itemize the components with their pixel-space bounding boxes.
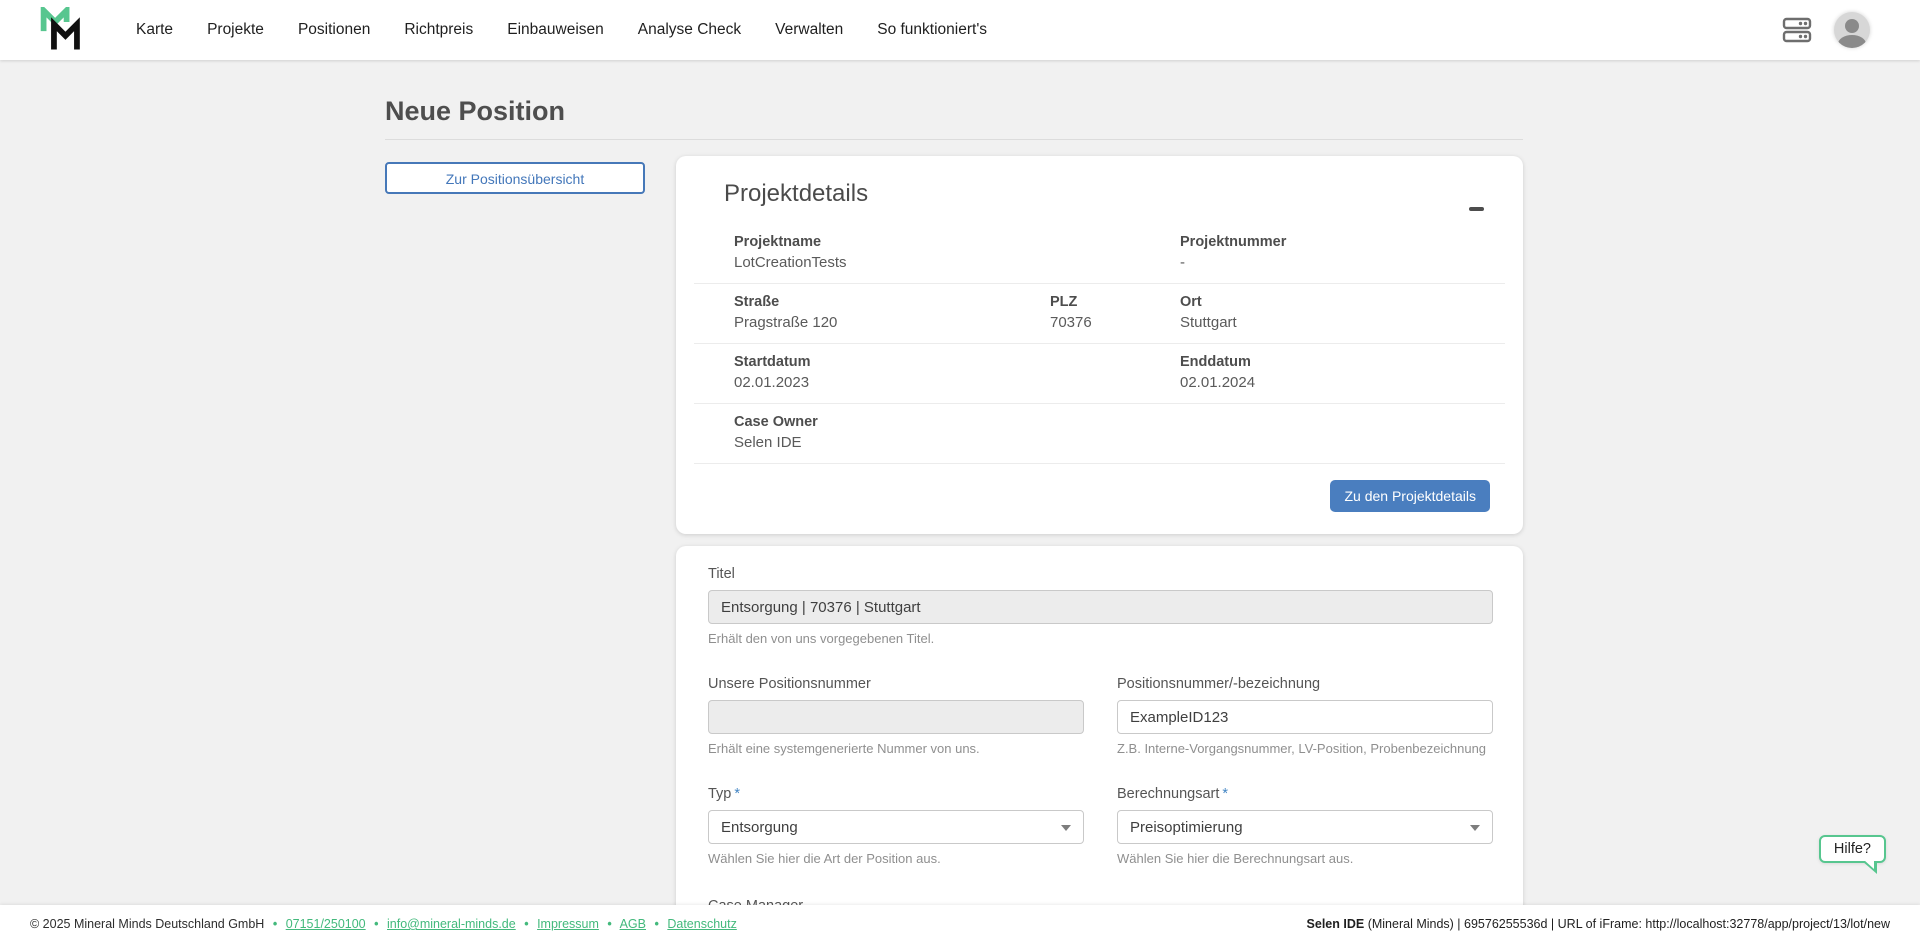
typ-label: Typ* [708, 786, 1084, 802]
strasse-label: Straße [734, 294, 1050, 310]
strasse-value: Pragstraße 120 [734, 314, 1050, 331]
footer: © 2025 Mineral Minds Deutschland GmbH • … [0, 905, 1920, 943]
footer-separator: • [524, 917, 528, 931]
berechnungsart-selected-value: Preisoptimierung [1130, 819, 1243, 836]
footer-separator: • [654, 917, 658, 931]
title-divider [385, 139, 1523, 140]
field-enddatum: Enddatum 02.01.2024 [1180, 354, 1485, 391]
minus-icon [1469, 207, 1484, 211]
ort-value: Stuttgart [1180, 314, 1485, 331]
nav-item-so-funktionierts[interactable]: So funktioniert's [877, 21, 987, 39]
nav-item-verwalten[interactable]: Verwalten [775, 21, 843, 39]
avatar-head [1845, 19, 1859, 33]
required-asterisk: * [1222, 786, 1228, 802]
case-owner-value: Selen IDE [734, 434, 1050, 451]
nav-item-projekte[interactable]: Projekte [207, 21, 264, 39]
startdatum-label: Startdatum [734, 354, 1050, 370]
avatar-shoulders [1838, 35, 1866, 48]
footer-left: © 2025 Mineral Minds Deutschland GmbH • … [30, 917, 737, 931]
typ-select[interactable]: Entsorgung [708, 810, 1084, 844]
berechnungsart-label-text: Berechnungsart [1117, 786, 1219, 802]
field-projektname: Projektname LotCreationTests [734, 234, 1050, 271]
positionsnummer-helper: Z.B. Interne-Vorgangsnummer, LV-Position… [1117, 741, 1493, 756]
new-position-form-card: Titel Erhält den von uns vorgegebenen Ti… [676, 546, 1523, 943]
help-button[interactable]: Hilfe? [1819, 835, 1886, 863]
project-row-name: Projektname LotCreationTests Projektnumm… [694, 224, 1505, 284]
plz-value: 70376 [1050, 314, 1180, 331]
titel-input[interactable] [708, 590, 1493, 624]
typ-selected-value: Entsorgung [721, 819, 798, 836]
mineral-minds-logo[interactable] [38, 7, 86, 53]
nav-right-icons [1782, 12, 1870, 48]
projektname-value: LotCreationTests [734, 254, 1050, 271]
chevron-down-icon [1061, 825, 1071, 831]
footer-separator: • [273, 917, 277, 931]
project-details-title: Projektdetails [724, 180, 1505, 208]
project-row-owner: Case Owner Selen IDE [694, 404, 1505, 464]
phone-link[interactable]: 07151/250100 [286, 917, 366, 931]
unsere-positionsnummer-input[interactable] [708, 700, 1084, 734]
collapse-card-button[interactable] [1469, 202, 1487, 216]
footer-separator: • [607, 917, 611, 931]
titel-helper: Erhält den von uns vorgegebenen Titel. [708, 631, 1493, 646]
enddatum-label: Enddatum [1180, 354, 1485, 370]
ort-label: Ort [1180, 294, 1485, 310]
positionsnummer-label: Positionsnummer/-bezeichnung [1117, 676, 1493, 692]
session-user: Selen IDE [1307, 917, 1365, 931]
nav-item-richtpreis[interactable]: Richtpreis [404, 21, 473, 39]
field-ort: Ort Stuttgart [1180, 294, 1485, 331]
field-case-owner: Case Owner Selen IDE [734, 414, 1050, 451]
nav-item-einbauweisen[interactable]: Einbauweisen [507, 21, 604, 39]
berechnungsart-label: Berechnungsart* [1117, 786, 1493, 802]
server-icon[interactable] [1782, 16, 1812, 44]
session-details: (Mineral Minds) | 69576255536d | URL of … [1368, 917, 1890, 931]
project-row-dates: Startdatum 02.01.2023 Enddatum 02.01.202… [694, 344, 1505, 404]
field-plz: PLZ 70376 [1050, 294, 1180, 331]
typ-helper: Wählen Sie hier die Art der Position aus… [708, 851, 1084, 866]
plz-label: PLZ [1050, 294, 1180, 310]
email-link[interactable]: info@mineral-minds.de [387, 917, 516, 931]
chevron-down-icon [1470, 825, 1480, 831]
nav-item-analyse-check[interactable]: Analyse Check [638, 21, 741, 39]
user-avatar-icon[interactable] [1834, 12, 1870, 48]
main-menu: Karte Projekte Positionen Richtpreis Ein… [136, 21, 1021, 39]
footer-separator: • [374, 917, 378, 931]
typ-label-text: Typ [708, 786, 731, 802]
agb-link[interactable]: AGB [620, 917, 646, 931]
berechnungsart-field: Berechnungsart* Preisoptimierung Wählen … [1117, 786, 1493, 866]
positionsnummer-field: Positionsnummer/-bezeichnung Z.B. Intern… [1117, 676, 1493, 756]
impressum-link[interactable]: Impressum [537, 917, 599, 931]
datenschutz-link[interactable]: Datenschutz [667, 917, 736, 931]
copyright-text: © 2025 Mineral Minds Deutschland GmbH [30, 917, 264, 931]
unsere-positionsnummer-label: Unsere Positionsnummer [708, 676, 1084, 692]
projektnummer-label: Projektnummer [1180, 234, 1485, 250]
page-title: Neue Position [385, 96, 1523, 127]
nav-item-positionen[interactable]: Positionen [298, 21, 370, 39]
nav-item-karte[interactable]: Karte [136, 21, 173, 39]
field-projektnummer: Projektnummer - [1180, 234, 1485, 271]
field-strasse: Straße Pragstraße 120 [734, 294, 1050, 331]
field-startdatum: Startdatum 02.01.2023 [734, 354, 1050, 391]
startdatum-value: 02.01.2023 [734, 374, 1050, 391]
project-row-address: Straße Pragstraße 120 PLZ 70376 Ort Stut… [694, 284, 1505, 344]
project-details-card: Projektdetails Projektname LotCreationTe… [676, 156, 1523, 534]
positionsnummer-input[interactable] [1117, 700, 1493, 734]
projektnummer-value: - [1180, 254, 1485, 271]
footer-session-info: Selen IDE (Mineral Minds) | 69576255536d… [1307, 917, 1890, 931]
berechnungsart-select[interactable]: Preisoptimierung [1117, 810, 1493, 844]
titel-label: Titel [708, 566, 1493, 582]
unsere-positionsnummer-field: Unsere Positionsnummer Erhält eine syste… [708, 676, 1084, 756]
positions-overview-button[interactable]: Zur Positionsübersicht [385, 162, 645, 194]
projektname-label: Projektname [734, 234, 1050, 250]
titel-field: Titel Erhält den von uns vorgegebenen Ti… [708, 566, 1493, 646]
to-project-details-button[interactable]: Zu den Projektdetails [1330, 480, 1490, 512]
required-asterisk: * [734, 786, 740, 802]
top-navigation: Karte Projekte Positionen Richtpreis Ein… [0, 0, 1920, 60]
berechnungsart-helper: Wählen Sie hier die Berechnungsart aus. [1117, 851, 1493, 866]
enddatum-value: 02.01.2024 [1180, 374, 1485, 391]
unsere-positionsnummer-helper: Erhält eine systemgenerierte Nummer von … [708, 741, 1084, 756]
typ-field: Typ* Entsorgung Wählen Sie hier die Art … [708, 786, 1084, 866]
case-owner-label: Case Owner [734, 414, 1050, 430]
main-content: Neue Position Zur Positionsübersicht Pro… [0, 60, 1920, 943]
